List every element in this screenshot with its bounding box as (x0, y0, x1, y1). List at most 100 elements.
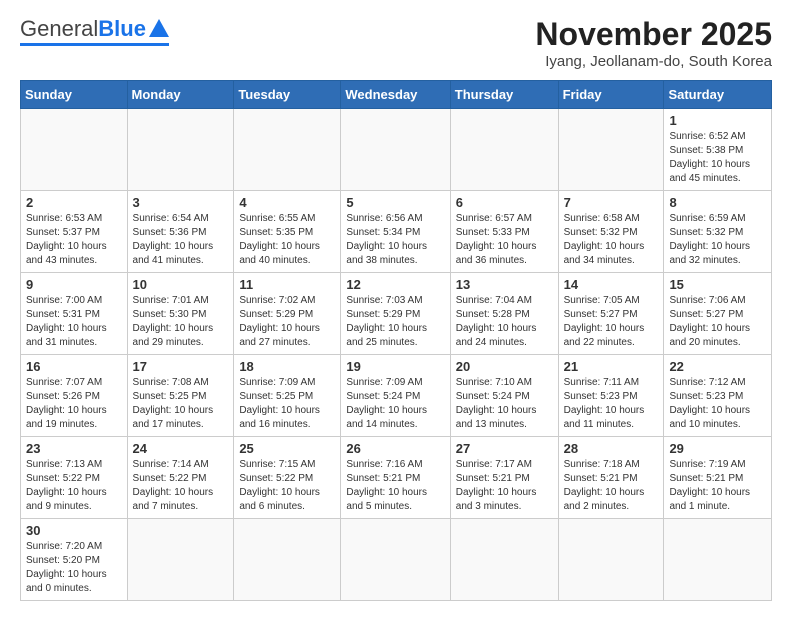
logo: General Blue (20, 16, 169, 46)
weekday-header-row: SundayMondayTuesdayWednesdayThursdayFrid… (21, 81, 772, 109)
day-number: 21 (564, 359, 659, 374)
day-info: Sunrise: 7:09 AM Sunset: 5:25 PM Dayligh… (239, 376, 335, 432)
weekday-header-saturday: Saturday (664, 81, 772, 109)
day-info: Sunrise: 7:06 AM Sunset: 5:27 PM Dayligh… (669, 294, 766, 350)
day-number: 14 (564, 277, 659, 292)
calendar-cell (341, 109, 450, 191)
calendar-cell: 19Sunrise: 7:09 AM Sunset: 5:24 PM Dayli… (341, 355, 450, 437)
day-info: Sunrise: 7:17 AM Sunset: 5:21 PM Dayligh… (456, 458, 553, 514)
day-number: 3 (133, 195, 229, 210)
day-info: Sunrise: 7:10 AM Sunset: 5:24 PM Dayligh… (456, 376, 553, 432)
day-info: Sunrise: 7:16 AM Sunset: 5:21 PM Dayligh… (346, 458, 444, 514)
day-info: Sunrise: 7:01 AM Sunset: 5:30 PM Dayligh… (133, 294, 229, 350)
month-title: November 2025 (535, 16, 772, 53)
title-area: November 2025 Iyang, Jeollanam-do, South… (535, 16, 772, 70)
day-number: 17 (133, 359, 229, 374)
calendar-cell: 22 Sunrise: 7:12 AM Sunset: 5:23 PM Dayli… (664, 355, 772, 437)
day-info: Sunrise: 7:12 AM Sunset: 5:23 PM Dayligh… (669, 376, 766, 432)
weekday-header-thursday: Thursday (450, 81, 558, 109)
day-number: 23 (26, 441, 122, 456)
calendar-cell (127, 109, 234, 191)
day-number: 6 (456, 195, 553, 210)
calendar-cell: 1Sunrise: 6:52 AM Sunset: 5:38 PM Daylig… (664, 109, 772, 191)
calendar-week-row: 9Sunrise: 7:00 AM Sunset: 5:31 PM Daylig… (21, 273, 772, 355)
calendar-cell: 8Sunrise: 6:59 AM Sunset: 5:32 PM Daylig… (664, 191, 772, 273)
calendar-cell: 26 Sunrise: 7:16 AM Sunset: 5:21 PM Dayli… (341, 437, 450, 519)
calendar-table: SundayMondayTuesdayWednesdayThursdayFrid… (20, 80, 772, 601)
calendar-cell (341, 519, 450, 601)
weekday-header-monday: Monday (127, 81, 234, 109)
calendar-cell: 24Sunrise: 7:14 AM Sunset: 5:22 PM Dayli… (127, 437, 234, 519)
weekday-header-sunday: Sunday (21, 81, 128, 109)
calendar-cell: 10 Sunrise: 7:01 AM Sunset: 5:30 PM Dayli… (127, 273, 234, 355)
calendar-cell: 20 Sunrise: 7:10 AM Sunset: 5:24 PM Dayli… (450, 355, 558, 437)
day-info: Sunrise: 7:04 AM Sunset: 5:28 PM Dayligh… (456, 294, 553, 350)
calendar-cell (558, 109, 664, 191)
day-info: Sunrise: 7:13 AM Sunset: 5:22 PM Dayligh… (26, 458, 122, 514)
calendar-cell: 9Sunrise: 7:00 AM Sunset: 5:31 PM Daylig… (21, 273, 128, 355)
day-number: 1 (669, 113, 766, 128)
day-info: Sunrise: 7:05 AM Sunset: 5:27 PM Dayligh… (564, 294, 659, 350)
day-info: Sunrise: 6:57 AM Sunset: 5:33 PM Dayligh… (456, 212, 553, 268)
calendar-cell: 16 Sunrise: 7:07 AM Sunset: 5:26 PM Dayli… (21, 355, 128, 437)
calendar-cell (127, 519, 234, 601)
day-info: Sunrise: 7:11 AM Sunset: 5:23 PM Dayligh… (564, 376, 659, 432)
day-number: 25 (239, 441, 335, 456)
calendar-week-row: 30Sunrise: 7:20 AM Sunset: 5:20 PM Dayli… (21, 519, 772, 601)
day-number: 4 (239, 195, 335, 210)
day-number: 16 (26, 359, 122, 374)
day-info: Sunrise: 7:20 AM Sunset: 5:20 PM Dayligh… (26, 540, 122, 596)
logo-general-text: General (20, 16, 98, 42)
day-info: Sunrise: 7:15 AM Sunset: 5:22 PM Dayligh… (239, 458, 335, 514)
calendar-cell: 25 Sunrise: 7:15 AM Sunset: 5:22 PM Dayli… (234, 437, 341, 519)
weekday-header-wednesday: Wednesday (341, 81, 450, 109)
calendar-cell: 5 Sunrise: 6:56 AM Sunset: 5:34 PM Daylig… (341, 191, 450, 273)
day-number: 7 (564, 195, 659, 210)
day-info: Sunrise: 7:14 AM Sunset: 5:22 PM Dayligh… (133, 458, 229, 514)
calendar-cell: 30Sunrise: 7:20 AM Sunset: 5:20 PM Dayli… (21, 519, 128, 601)
calendar-cell: 14 Sunrise: 7:05 AM Sunset: 5:27 PM Dayli… (558, 273, 664, 355)
calendar-week-row: 16 Sunrise: 7:07 AM Sunset: 5:26 PM Dayli… (21, 355, 772, 437)
location-subtitle: Iyang, Jeollanam-do, South Korea (535, 53, 772, 70)
day-info: Sunrise: 6:53 AM Sunset: 5:37 PM Dayligh… (26, 212, 122, 268)
calendar-cell: 3 Sunrise: 6:54 AM Sunset: 5:36 PM Daylig… (127, 191, 234, 273)
calendar-cell: 18 Sunrise: 7:09 AM Sunset: 5:25 PM Dayli… (234, 355, 341, 437)
calendar-cell (234, 109, 341, 191)
day-number: 10 (133, 277, 229, 292)
calendar-week-row: 2 Sunrise: 6:53 AM Sunset: 5:37 PM Daylig… (21, 191, 772, 273)
day-info: Sunrise: 7:08 AM Sunset: 5:25 PM Dayligh… (133, 376, 229, 432)
day-info: Sunrise: 6:55 AM Sunset: 5:35 PM Dayligh… (239, 212, 335, 268)
day-info: Sunrise: 7:18 AM Sunset: 5:21 PM Dayligh… (564, 458, 659, 514)
calendar-cell (558, 519, 664, 601)
day-number: 8 (669, 195, 766, 210)
calendar-cell: 6 Sunrise: 6:57 AM Sunset: 5:33 PM Daylig… (450, 191, 558, 273)
calendar-cell: 7 Sunrise: 6:58 AM Sunset: 5:32 PM Daylig… (558, 191, 664, 273)
day-number: 2 (26, 195, 122, 210)
logo-blue-text: Blue (98, 16, 146, 42)
day-number: 29 (669, 441, 766, 456)
calendar-cell: 29 Sunrise: 7:19 AM Sunset: 5:21 PM Dayli… (664, 437, 772, 519)
day-info: Sunrise: 6:58 AM Sunset: 5:32 PM Dayligh… (564, 212, 659, 268)
calendar-cell (234, 519, 341, 601)
day-number: 26 (346, 441, 444, 456)
day-info: Sunrise: 7:19 AM Sunset: 5:21 PM Dayligh… (669, 458, 766, 514)
calendar-cell (664, 519, 772, 601)
day-info: Sunrise: 7:03 AM Sunset: 5:29 PM Dayligh… (346, 294, 444, 350)
calendar-cell (450, 109, 558, 191)
day-number: 20 (456, 359, 553, 374)
day-number: 28 (564, 441, 659, 456)
calendar-cell: 11Sunrise: 7:02 AM Sunset: 5:29 PM Dayli… (234, 273, 341, 355)
calendar-cell: 15 Sunrise: 7:06 AM Sunset: 5:27 PM Dayli… (664, 273, 772, 355)
calendar-cell: 13Sunrise: 7:04 AM Sunset: 5:28 PM Dayli… (450, 273, 558, 355)
day-number: 18 (239, 359, 335, 374)
day-number: 15 (669, 277, 766, 292)
day-info: Sunrise: 6:54 AM Sunset: 5:36 PM Dayligh… (133, 212, 229, 268)
day-number: 22 (669, 359, 766, 374)
day-info: Sunrise: 6:56 AM Sunset: 5:34 PM Dayligh… (346, 212, 444, 268)
calendar-cell: 21 Sunrise: 7:11 AM Sunset: 5:23 PM Dayli… (558, 355, 664, 437)
calendar-cell: 27Sunrise: 7:17 AM Sunset: 5:21 PM Dayli… (450, 437, 558, 519)
calendar-cell (21, 109, 128, 191)
day-info: Sunrise: 7:07 AM Sunset: 5:26 PM Dayligh… (26, 376, 122, 432)
calendar-week-row: 23 Sunrise: 7:13 AM Sunset: 5:22 PM Dayli… (21, 437, 772, 519)
day-number: 5 (346, 195, 444, 210)
